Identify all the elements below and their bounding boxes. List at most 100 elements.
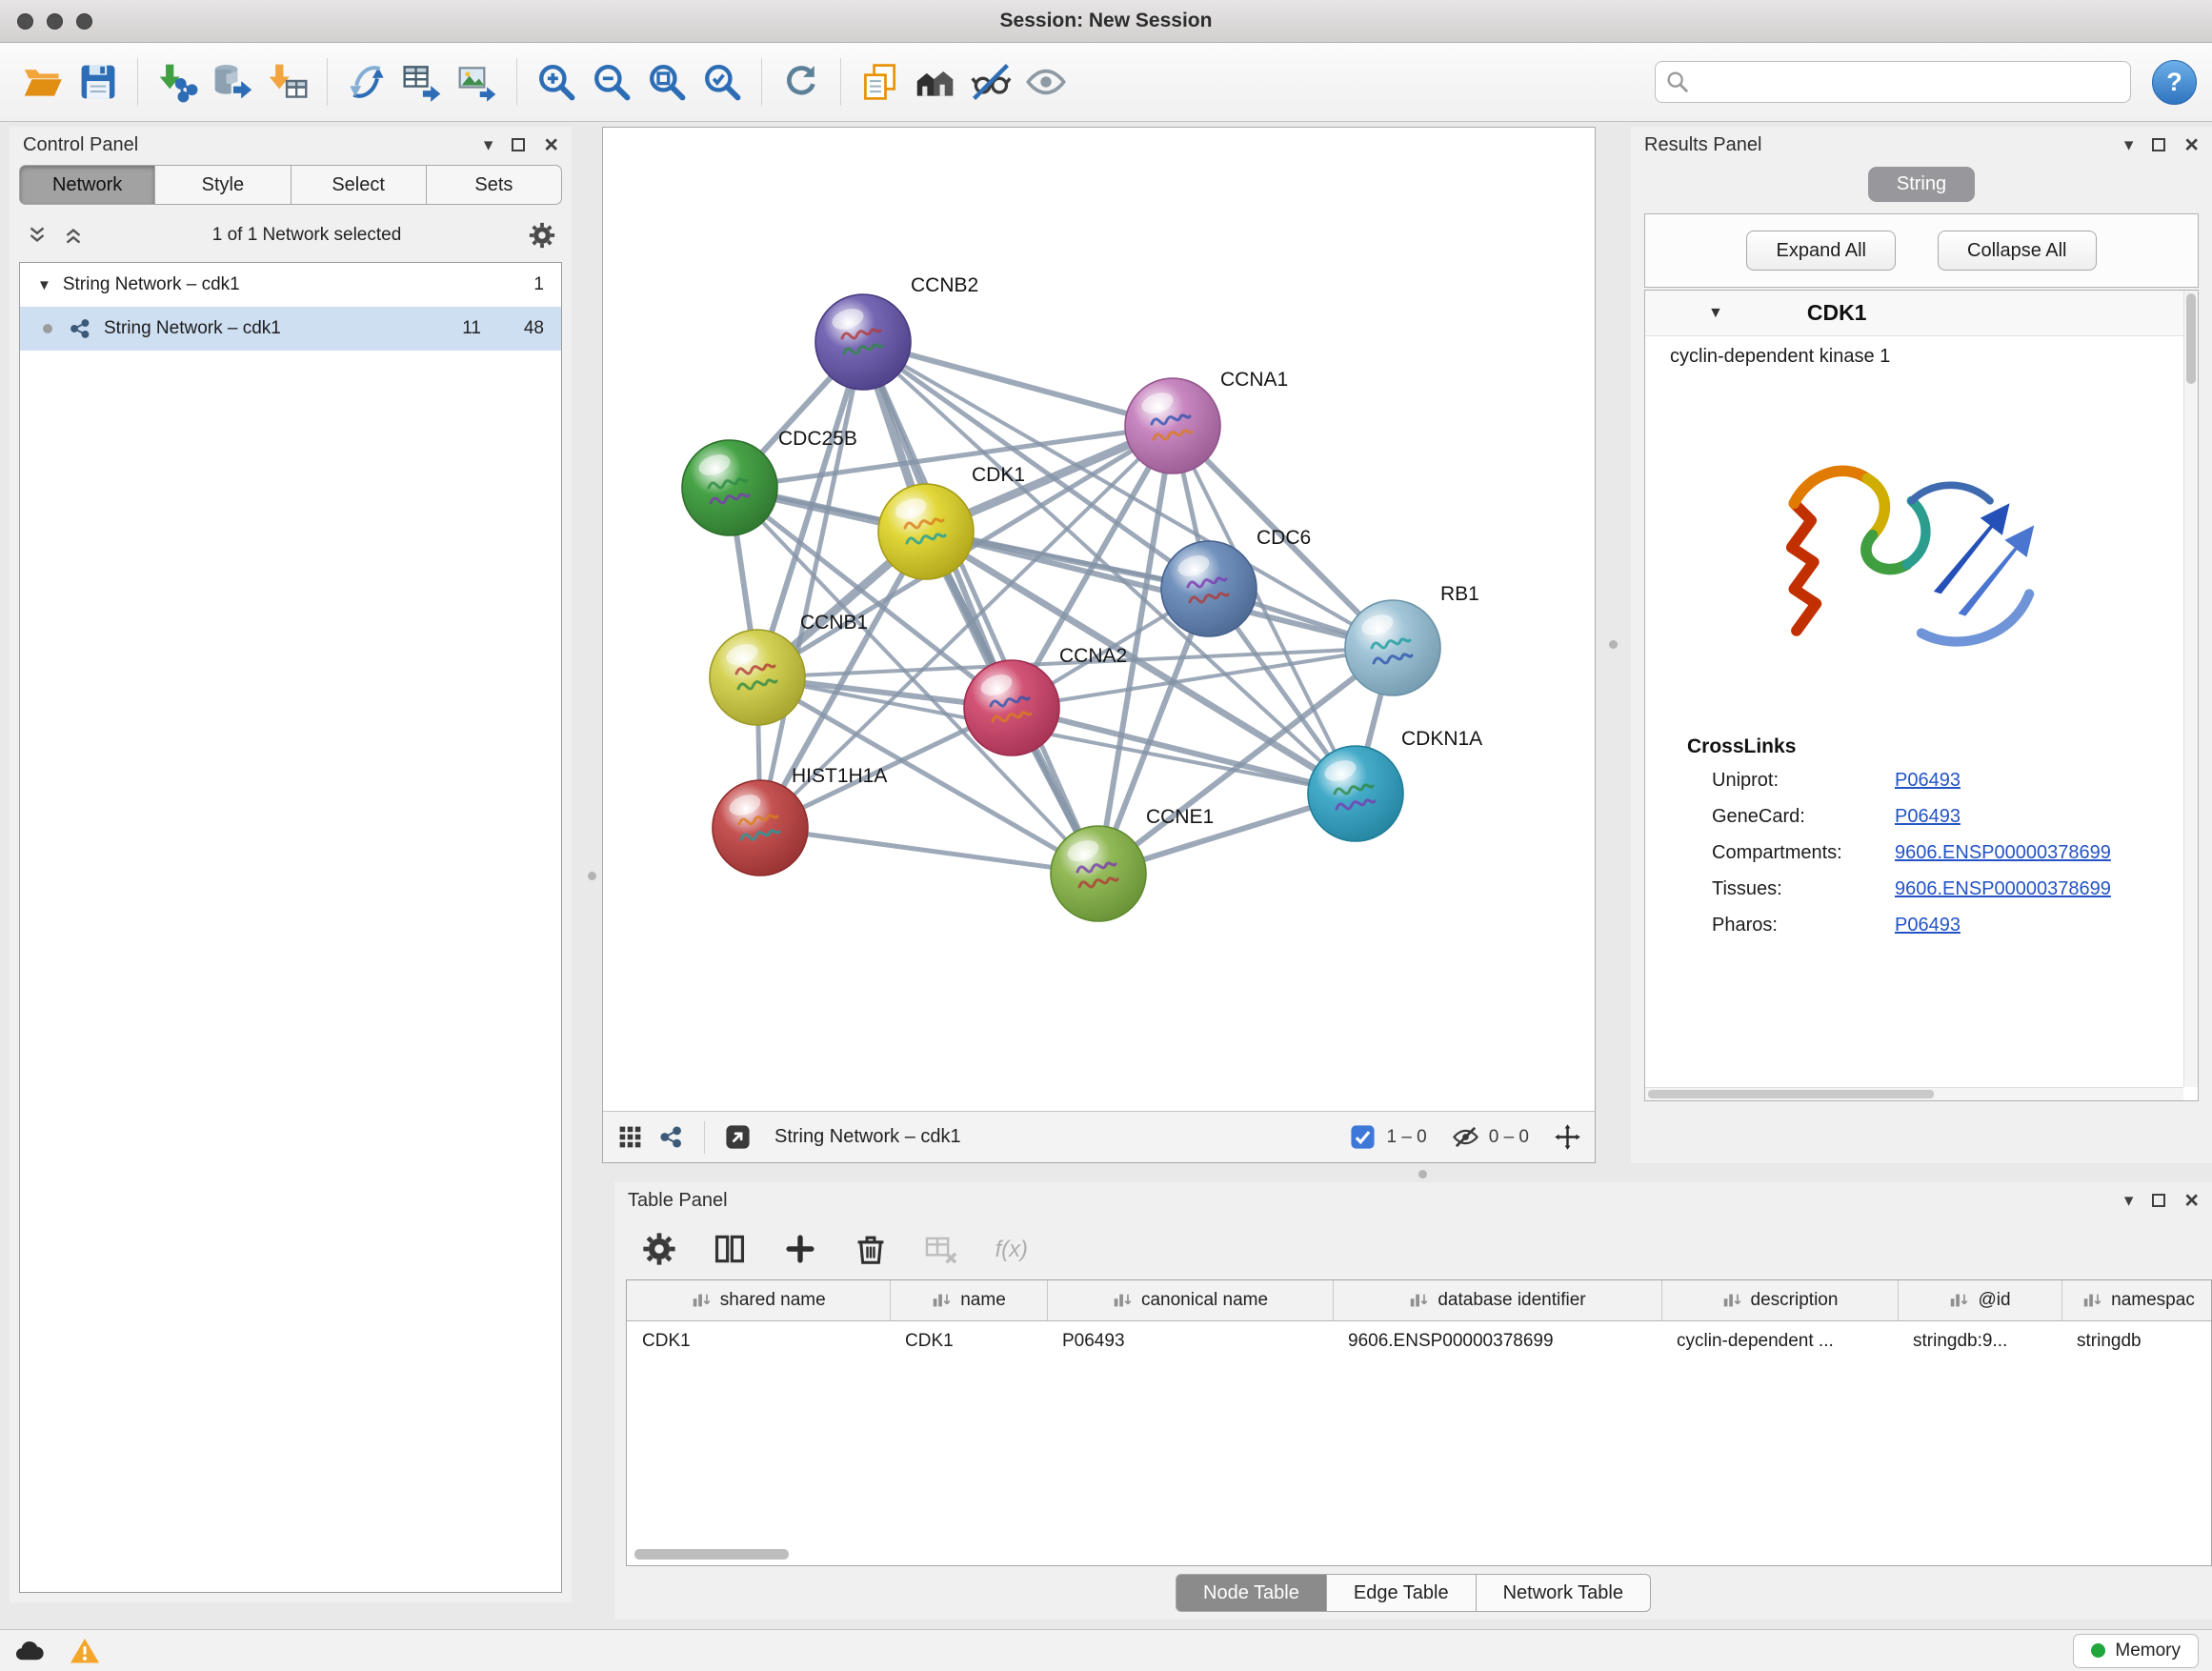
save-session-button[interactable] [70, 54, 126, 110]
search-input[interactable] [1655, 61, 2131, 103]
delete-column-icon[interactable] [853, 1231, 889, 1267]
network-edge-CCNB2-HIST1H1A[interactable] [760, 342, 863, 828]
zoom-in-button[interactable] [529, 54, 584, 110]
network-graph[interactable]: CCNB2CCNA1CDC25BCDK1CDC6RB1CCNB1CCNA2CDK… [603, 128, 1595, 1111]
table-cell[interactable]: stringdb [2061, 1320, 2212, 1362]
tab-style[interactable]: Style [155, 165, 291, 205]
open-session-button[interactable] [15, 54, 70, 110]
network-edge-CCNB2-CCNE1[interactable] [863, 342, 1098, 874]
panel-float-icon[interactable] [2152, 1194, 2165, 1207]
network-collection-row[interactable]: ▼String Network – cdk11 [20, 263, 561, 307]
panel-collapse-icon[interactable]: ▾ [484, 136, 493, 154]
selected-checkbox-icon[interactable] [1349, 1123, 1377, 1151]
hide-selection-button[interactable] [963, 54, 1018, 110]
window-zoom-button[interactable] [76, 13, 92, 30]
export-table-button[interactable] [394, 54, 450, 110]
add-column-icon[interactable] [782, 1231, 818, 1267]
import-network-from-file-button[interactable] [150, 54, 205, 110]
crosslink-link[interactable]: 9606.ENSP00000378699 [1895, 842, 2111, 864]
birdseye-open-icon[interactable] [724, 1123, 752, 1151]
network-options-gear-icon[interactable] [528, 221, 556, 250]
table-horizontal-scrollbar[interactable] [634, 1549, 789, 1560]
network-node-CDC25B[interactable] [682, 440, 777, 535]
import-table-from-file-button[interactable] [260, 54, 315, 110]
table-row[interactable]: CDK1CDK1P064939606.ENSP00000378699cyclin… [627, 1320, 2212, 1362]
export-image-button[interactable] [450, 54, 505, 110]
tab-string[interactable]: String [1868, 167, 1975, 202]
crosslink-link[interactable]: P06493 [1895, 806, 1961, 828]
network-node-RB1[interactable] [1345, 600, 1440, 695]
crosslink-link[interactable]: 9606.ENSP00000378699 [1895, 878, 2111, 900]
results-horizontal-scrollbar[interactable] [1645, 1087, 2183, 1100]
tab-node-table[interactable]: Node Table [1176, 1574, 1327, 1612]
memory-button[interactable]: Memory [2073, 1634, 2199, 1668]
refresh-network-view-button[interactable] [774, 54, 829, 110]
table-settings-icon[interactable] [641, 1231, 677, 1267]
table-cell[interactable]: cyclin-dependent ... [1661, 1320, 1898, 1362]
import-network-from-database-button[interactable] [205, 54, 260, 110]
network-canvas[interactable]: CCNB2CCNA1CDC25BCDK1CDC6RB1CCNB1CCNA2CDK… [603, 128, 1595, 1111]
network-node-CCNA1[interactable] [1125, 378, 1220, 473]
table-cell[interactable]: stringdb:9... [1898, 1320, 2061, 1362]
panel-close-icon[interactable]: × [2184, 133, 2199, 157]
collapse-all-networks-icon[interactable] [61, 223, 86, 248]
network-edge-CDK1-RB1[interactable] [926, 532, 1393, 648]
panel-float-icon[interactable] [2152, 138, 2165, 151]
zoom-selected-button[interactable] [694, 54, 750, 110]
show-columns-icon[interactable] [712, 1231, 748, 1267]
panel-collapse-icon[interactable]: ▾ [2124, 136, 2134, 154]
network-node-CDKN1A[interactable] [1308, 746, 1403, 841]
network-edge-HIST1H1A-CCNE1[interactable] [760, 828, 1098, 874]
network-node-CDK1[interactable] [878, 484, 974, 579]
expander-icon[interactable]: ▼ [37, 277, 51, 293]
splitter-handle[interactable] [1609, 640, 1618, 649]
column-header-description[interactable]: description [1661, 1280, 1898, 1320]
duplicate-annotation-button[interactable] [853, 54, 908, 110]
network-node-CCNA2[interactable] [964, 660, 1059, 755]
panel-close-icon[interactable]: × [544, 133, 558, 157]
crosslink-link[interactable]: P06493 [1895, 770, 1961, 792]
network-node-CCNB2[interactable] [815, 294, 911, 390]
splitter-handle[interactable] [1418, 1170, 1427, 1178]
new-network-from-selection-button[interactable] [339, 54, 394, 110]
collapse-all-button[interactable]: Collapse All [1938, 231, 2097, 271]
tab-network-table[interactable]: Network Table [1477, 1574, 1651, 1612]
tab-network[interactable]: Network [19, 165, 155, 205]
zoom-fit-content-button[interactable] [639, 54, 694, 110]
column-header-namespac[interactable]: namespac [2061, 1280, 2212, 1320]
window-close-button[interactable] [17, 13, 33, 30]
network-node-CDC6[interactable] [1161, 541, 1257, 636]
warning-status-icon[interactable] [69, 1635, 101, 1667]
crosslink-link[interactable]: P06493 [1895, 915, 1961, 936]
expand-all-button[interactable]: Expand All [1746, 231, 1896, 271]
tab-select[interactable]: Select [292, 165, 427, 205]
network-row[interactable]: String Network – cdk11148 [20, 307, 561, 351]
column-header-shared-name[interactable]: shared name [627, 1280, 890, 1320]
results-vertical-scrollbar[interactable] [2183, 291, 2198, 1087]
tab-edge-table[interactable]: Edge Table [1327, 1574, 1477, 1612]
cloud-status-icon[interactable] [13, 1635, 46, 1667]
table-cell[interactable]: 9606.ENSP00000378699 [1333, 1320, 1661, 1362]
network-node-CCNB1[interactable] [710, 630, 805, 725]
tab-sets[interactable]: Sets [427, 165, 562, 205]
column-header--id[interactable]: @id [1898, 1280, 2061, 1320]
panel-close-icon[interactable]: × [2184, 1189, 2199, 1213]
network-node-HIST1H1A[interactable] [713, 780, 808, 876]
expand-all-networks-icon[interactable] [25, 223, 50, 248]
zoom-out-button[interactable] [584, 54, 639, 110]
pan-crosshair-icon[interactable] [1554, 1123, 1581, 1151]
column-header-canonical-name[interactable]: canonical name [1047, 1280, 1333, 1320]
collapse-protein-icon[interactable]: ▼ [1708, 305, 1723, 322]
grid-layout-icon[interactable] [616, 1123, 644, 1151]
network-node-CCNE1[interactable] [1051, 826, 1146, 921]
table-cell[interactable]: P06493 [1047, 1320, 1333, 1362]
panel-collapse-icon[interactable]: ▾ [2124, 1192, 2134, 1210]
table-cell[interactable]: CDK1 [890, 1320, 1047, 1362]
window-minimize-button[interactable] [47, 13, 63, 30]
table-cell[interactable]: CDK1 [627, 1320, 890, 1362]
hidden-eye-icon[interactable] [1452, 1123, 1479, 1151]
birdseye-view-button[interactable] [908, 54, 963, 110]
show-graphics-details-button[interactable] [1018, 54, 1074, 110]
column-header-database-identifier[interactable]: database identifier [1333, 1280, 1661, 1320]
splitter-handle[interactable] [588, 872, 596, 880]
